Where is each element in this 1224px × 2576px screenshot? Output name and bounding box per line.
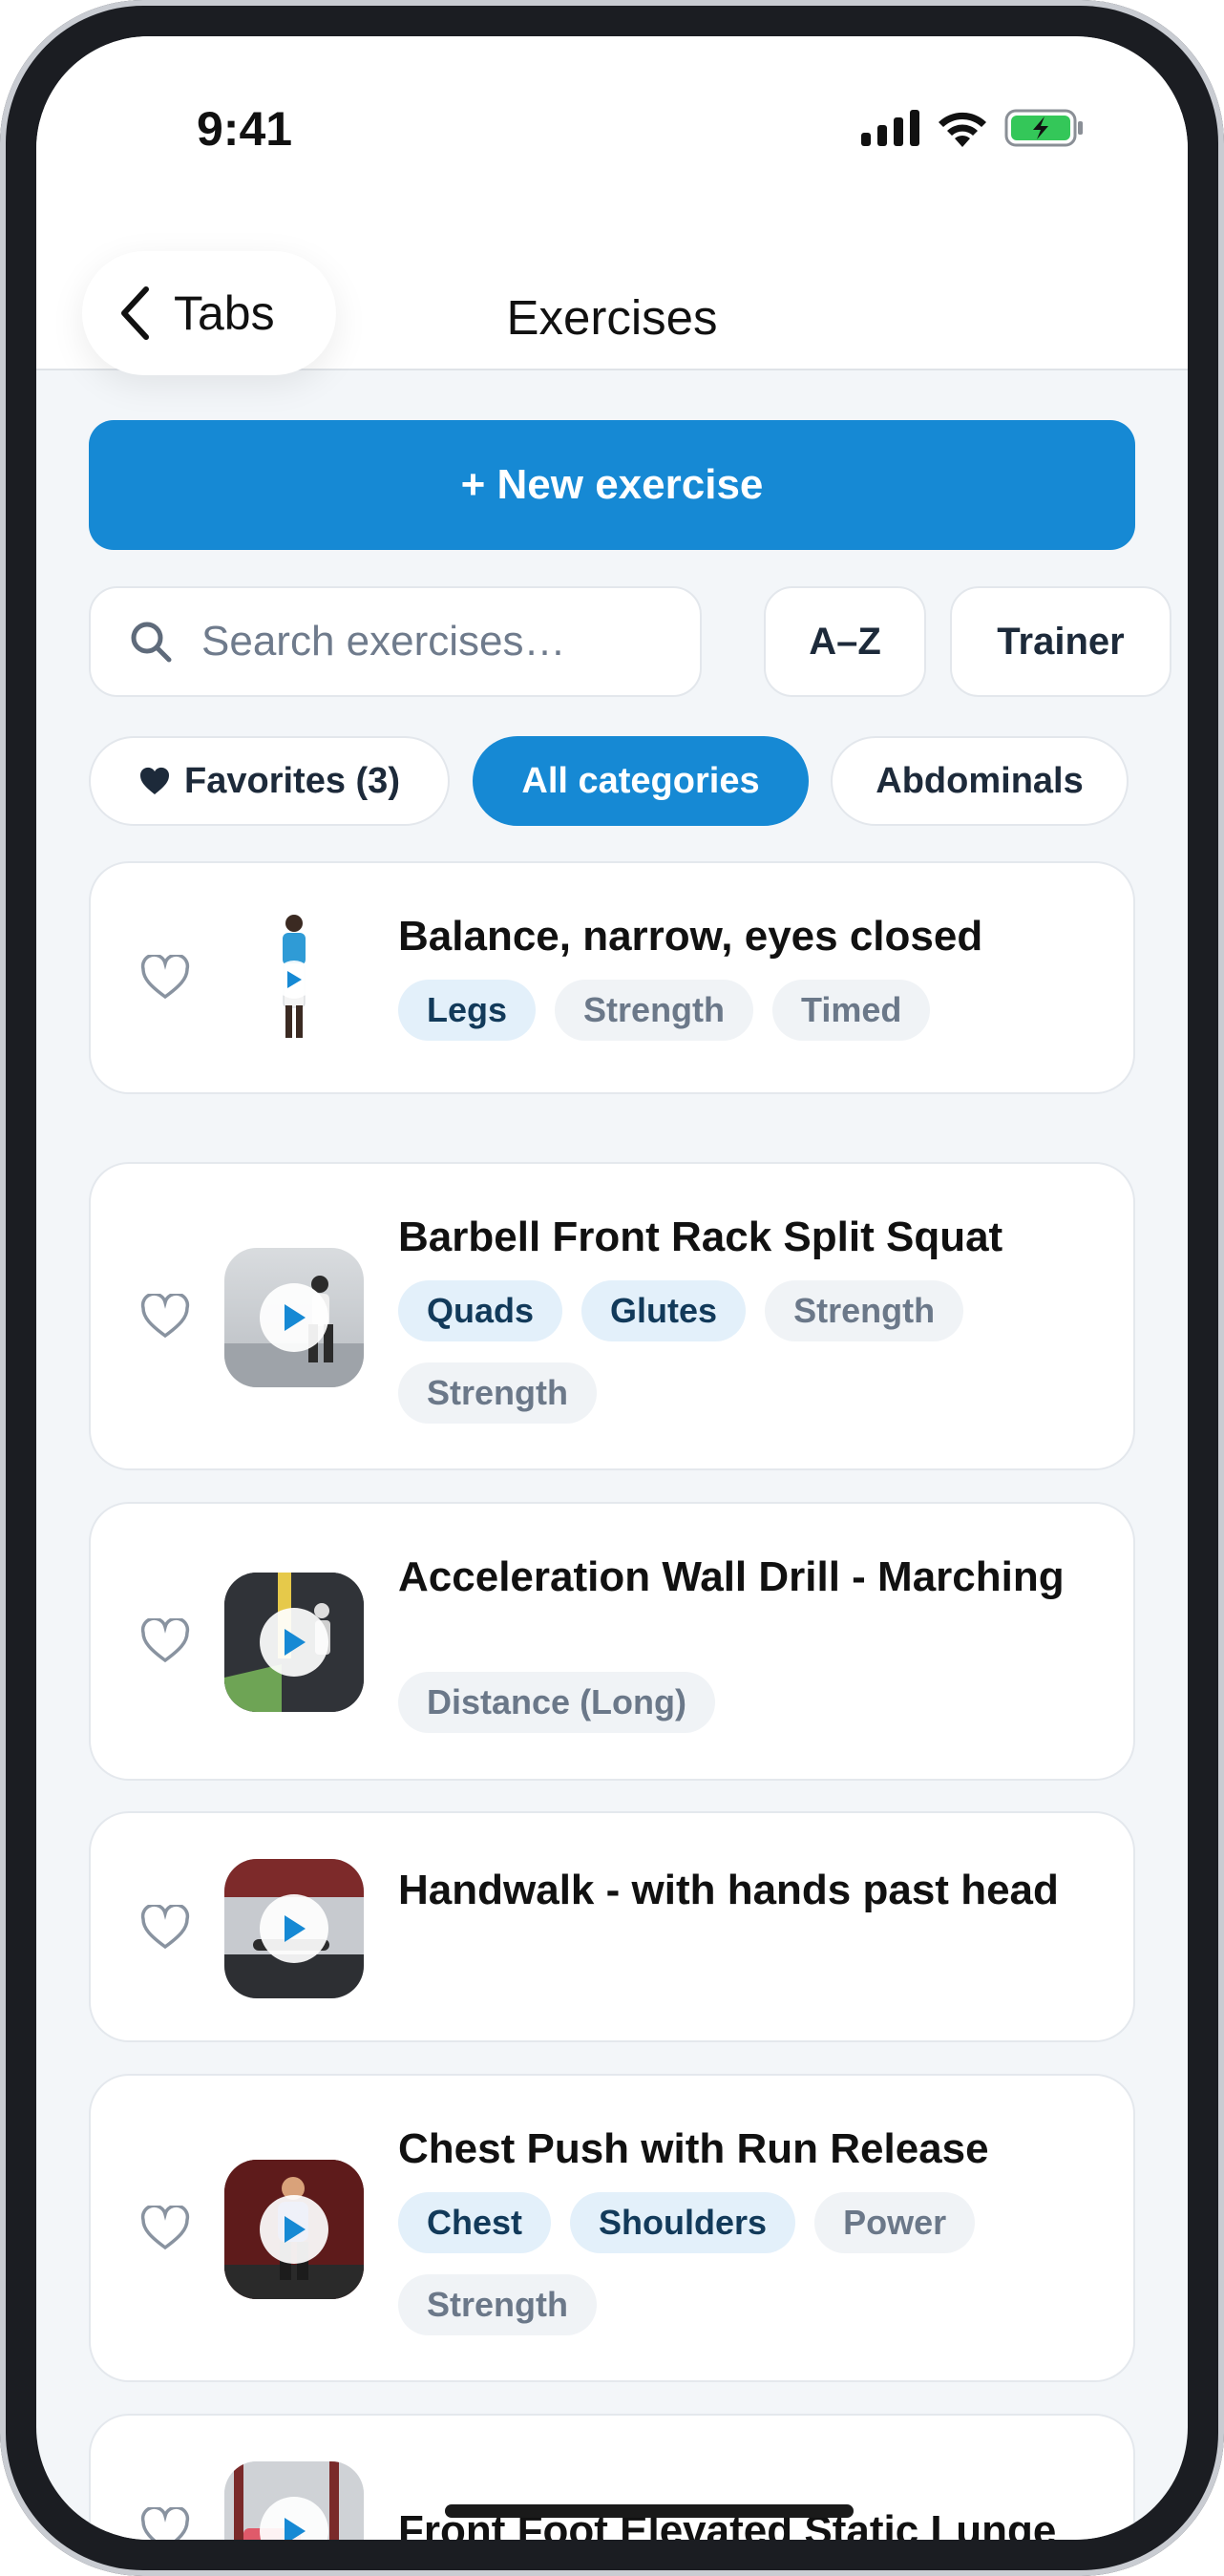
muscle-tag: Chest	[398, 2192, 552, 2253]
exercise-card[interactable]: Acceleration Wall Drill - Marching Dista…	[89, 1502, 1135, 1781]
exercise-title: Chest Push with Run Release	[398, 2125, 989, 2172]
sort-az-button[interactable]: A–Z	[764, 586, 926, 697]
sort-trainer-button[interactable]: Trainer	[950, 586, 1171, 697]
exercise-thumbnail[interactable]	[224, 910, 364, 1049]
heart-outline-icon[interactable]	[140, 2507, 190, 2540]
muscle-tag: Legs	[398, 980, 537, 1041]
exercise-card[interactable]: Chest Push with Run Release Chest Should…	[89, 2074, 1135, 2382]
search-icon	[131, 622, 172, 663]
exercise-card[interactable]: Barbell Front Rack Split Squat Quads Glu…	[89, 1162, 1135, 1470]
device-frame: 9:41 Tabs Exercises + New exercise Searc…	[0, 0, 1224, 2576]
home-indicator[interactable]	[445, 2504, 854, 2518]
exercise-title: Acceleration Wall Drill - Marching	[398, 1553, 1065, 1600]
wifi-icon	[939, 112, 986, 147]
play-icon	[285, 2216, 306, 2243]
heart-outline-icon[interactable]	[140, 1618, 190, 1664]
play-icon	[287, 971, 302, 988]
play-icon	[285, 1304, 306, 1331]
exercise-card[interactable]: Balance, narrow, eyes closed Legs Streng…	[89, 861, 1135, 1094]
all-categories-chip[interactable]: All categories	[473, 736, 809, 826]
play-button[interactable]	[260, 1608, 328, 1677]
exercise-thumbnail[interactable]	[224, 1859, 364, 1998]
exercise-thumbnail[interactable]	[224, 1573, 364, 1712]
exercise-tags: Quads Glutes Strength Strength	[398, 1280, 1105, 1424]
play-button[interactable]	[260, 2195, 328, 2264]
exercise-title: Barbell Front Rack Split Squat	[398, 1214, 1003, 1260]
play-button[interactable]	[275, 961, 313, 999]
exercise-card[interactable]: Front Foot Elevated Static Lunge	[89, 2414, 1135, 2540]
type-tag: Power	[814, 2192, 976, 2253]
search-box[interactable]	[89, 586, 702, 697]
heart-outline-icon[interactable]	[140, 1905, 190, 1951]
exercise-tags: Legs Strength Timed	[398, 980, 1105, 1041]
favorites-filter-label: Favorites (3)	[184, 760, 400, 801]
search-input[interactable]	[201, 618, 660, 665]
screen: 9:41 Tabs Exercises + New exercise Searc…	[36, 36, 1188, 2540]
exercise-card[interactable]: Handwalk - with hands past head	[89, 1811, 1135, 2042]
page-title: Exercises	[506, 290, 718, 345]
type-tag: Strength	[765, 1280, 964, 1341]
favorites-filter-chip[interactable]: Favorites (3)	[89, 736, 450, 826]
status-time: 9:41	[197, 102, 293, 156]
status-bar: 9:41	[36, 36, 1188, 203]
exercise-thumbnail[interactable]	[224, 1248, 364, 1387]
exercise-thumbnail[interactable]	[224, 2461, 364, 2540]
heart-outline-icon[interactable]	[140, 955, 190, 1001]
abdominals-chip[interactable]: Abdominals	[831, 736, 1129, 826]
heart-filled-icon	[140, 767, 170, 794]
type-tag: Strength	[398, 1362, 597, 1424]
heart-outline-icon[interactable]	[140, 2206, 190, 2251]
play-icon	[285, 1629, 306, 1656]
new-exercise-button[interactable]: + New exercise	[89, 420, 1135, 550]
play-icon	[285, 2518, 306, 2540]
status-icons	[861, 109, 1085, 147]
signal-icon	[861, 110, 919, 146]
muscle-tag: Glutes	[581, 1280, 747, 1341]
exercise-tags: Chest Shoulders Power Strength	[398, 2192, 1105, 2335]
play-button[interactable]	[260, 1283, 328, 1352]
play-button[interactable]	[260, 1894, 328, 1963]
type-tag: Timed	[772, 980, 931, 1041]
navigation-bar: Tabs Exercises	[36, 203, 1188, 375]
exercise-title: Balance, narrow, eyes closed	[398, 913, 983, 960]
muscle-tag: Shoulders	[570, 2192, 796, 2253]
exercise-title: Handwalk - with hands past head	[398, 1867, 1059, 1913]
battery-charging-icon	[1004, 109, 1083, 147]
type-tag: Distance (Long)	[398, 1672, 716, 1733]
type-tag: Strength	[398, 2274, 597, 2335]
muscle-tag: Quads	[398, 1280, 563, 1341]
heart-outline-icon[interactable]	[140, 1294, 190, 1340]
exercise-tags: Distance (Long)	[398, 1672, 1105, 1733]
type-tag: Strength	[555, 980, 754, 1041]
play-icon	[285, 1915, 306, 1942]
exercise-thumbnail[interactable]	[224, 2160, 364, 2299]
